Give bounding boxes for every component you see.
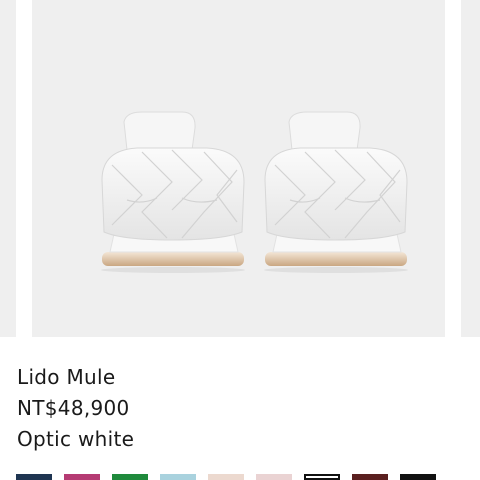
right-mule: [264, 111, 408, 266]
product-name: Lido Mule: [17, 365, 116, 389]
color-swatch-row: [0, 474, 480, 480]
color-swatch[interactable]: [64, 474, 100, 480]
color-swatch[interactable]: [400, 474, 436, 480]
next-image-peek[interactable]: [461, 0, 480, 337]
color-swatch[interactable]: [352, 474, 388, 480]
color-swatch[interactable]: [160, 474, 196, 480]
product-color-name: Optic white: [17, 427, 135, 451]
previous-image-peek[interactable]: [0, 0, 16, 337]
color-swatch[interactable]: [256, 474, 292, 480]
product-image[interactable]: [32, 0, 445, 337]
product-screen: Lido Mule NT$48,900 Optic white: [0, 0, 480, 480]
color-swatch[interactable]: [208, 474, 244, 480]
color-swatch[interactable]: [112, 474, 148, 480]
mule-pair-illustration: [101, 111, 408, 273]
left-mule: [101, 111, 245, 266]
color-swatch[interactable]: [16, 474, 52, 480]
product-info: Lido Mule NT$48,900 Optic white: [17, 362, 134, 455]
color-swatch-selected[interactable]: [304, 474, 340, 480]
product-price: NT$48,900: [17, 396, 130, 420]
product-image-carousel[interactable]: [0, 0, 480, 337]
